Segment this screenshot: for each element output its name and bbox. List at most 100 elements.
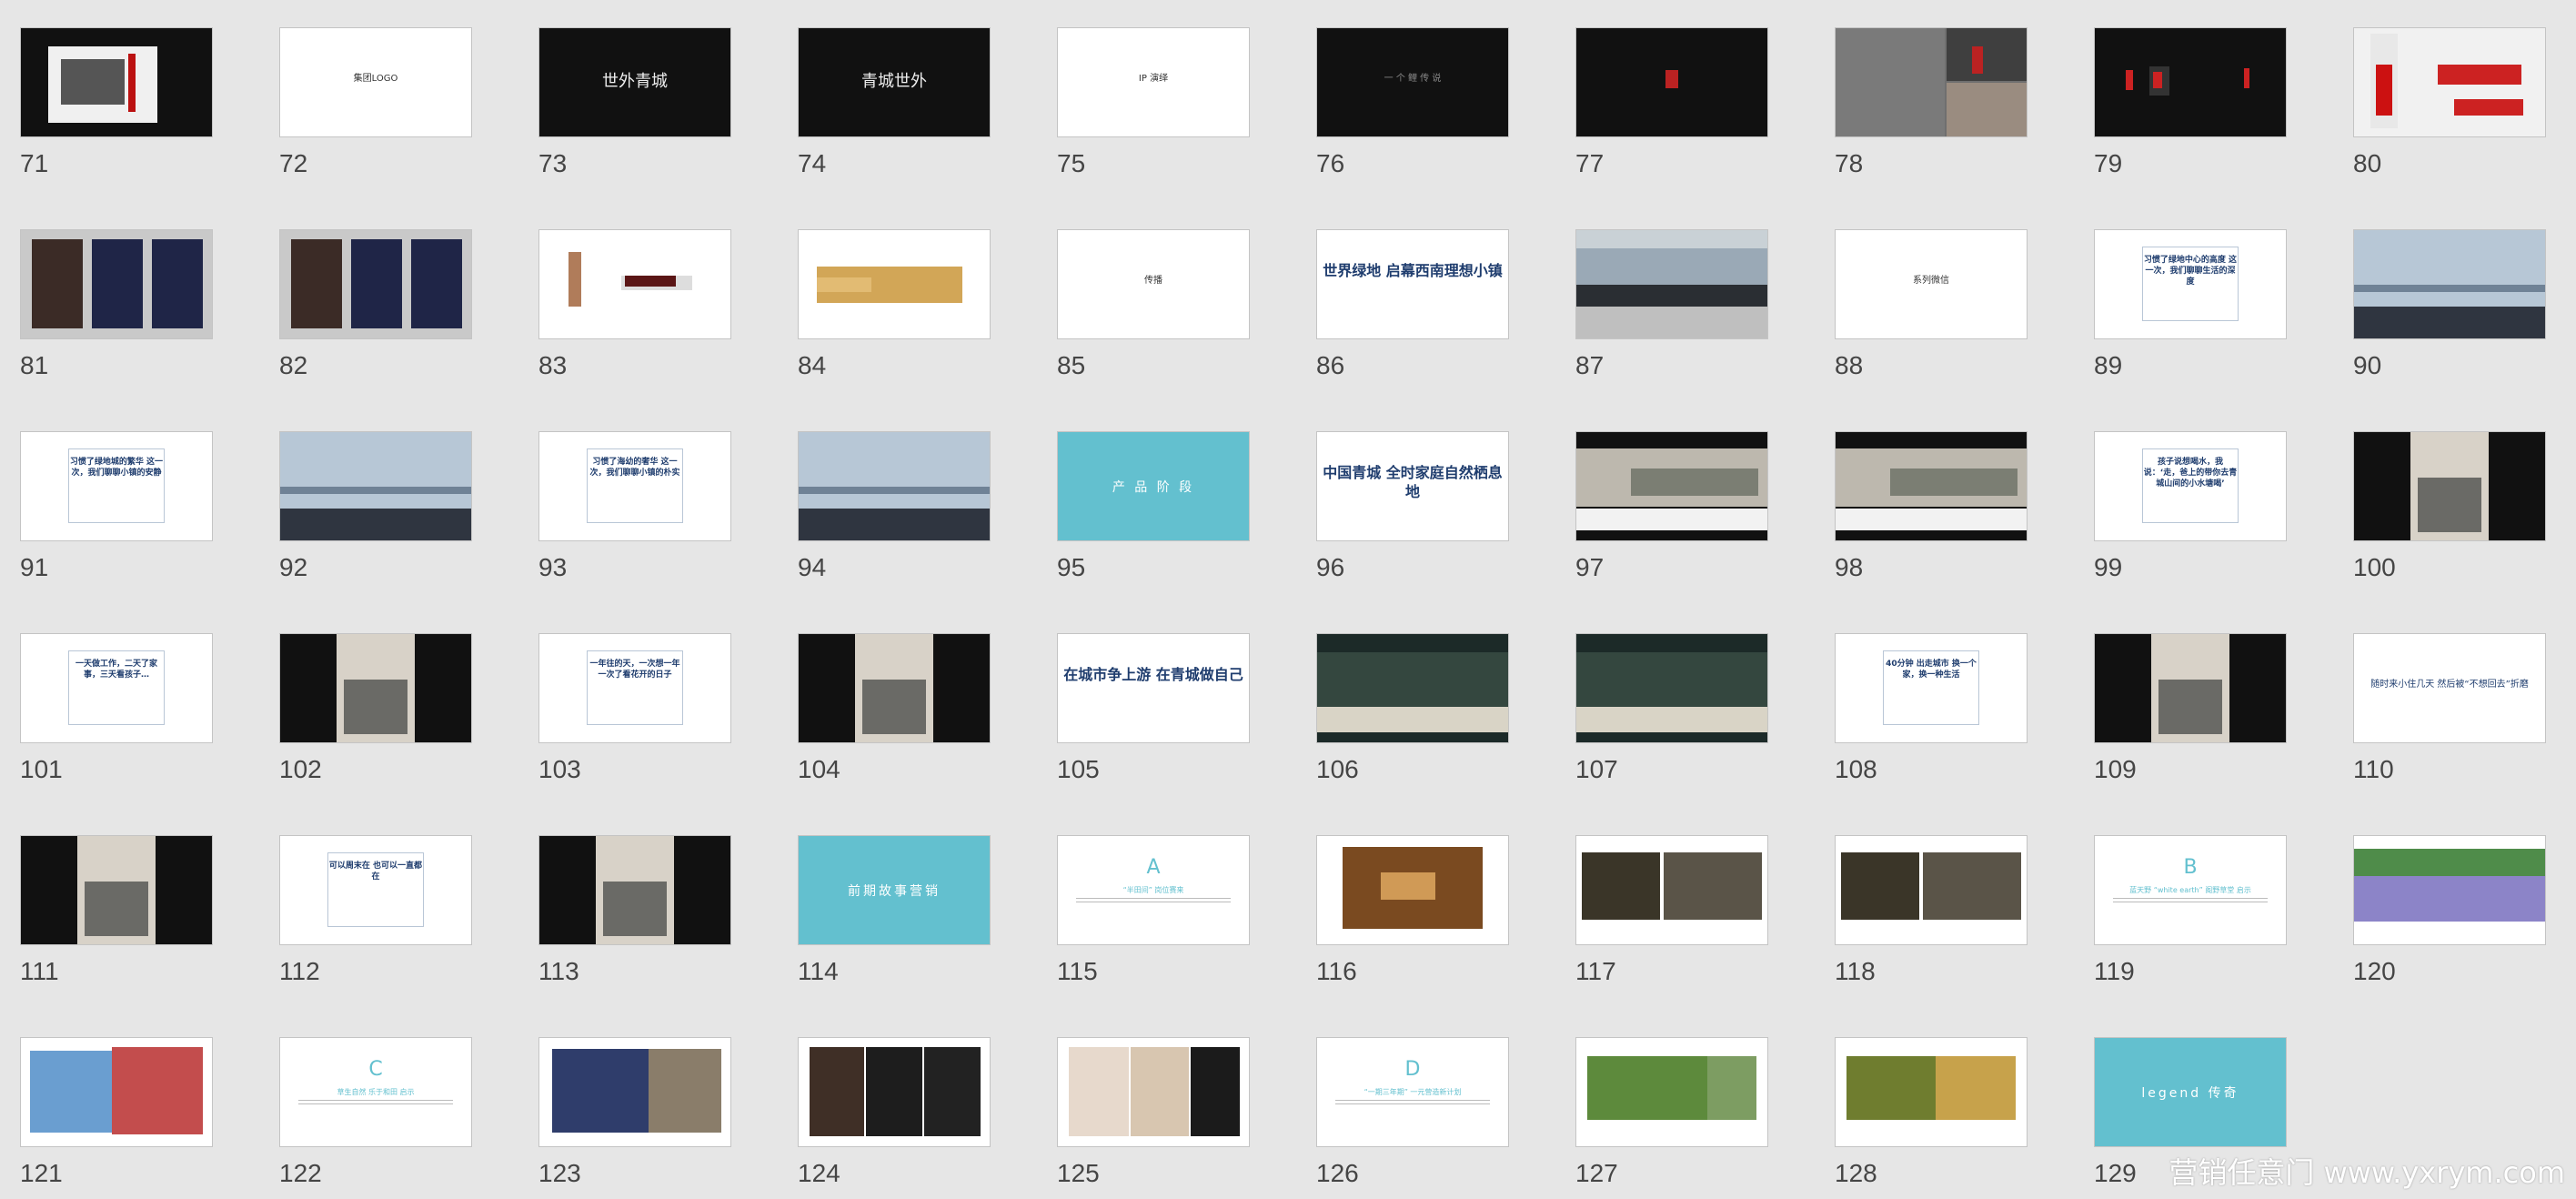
slide-preview[interactable] <box>20 229 213 339</box>
slide-thumbnail[interactable]: 82 <box>279 229 472 378</box>
slide-preview[interactable] <box>20 835 213 945</box>
slide-thumbnail[interactable]: 116 <box>1316 835 1509 984</box>
slide-preview[interactable] <box>1057 1037 1250 1147</box>
slide-thumbnail[interactable]: 78 <box>1835 27 2028 176</box>
slide-preview[interactable] <box>1575 229 1768 339</box>
slide-thumbnail[interactable]: 117 <box>1575 835 1768 984</box>
slide-preview[interactable] <box>798 1037 991 1147</box>
slide-thumbnail[interactable]: 124 <box>798 1037 991 1186</box>
slide-thumbnail[interactable]: 107 <box>1575 633 1768 782</box>
slide-thumbnail[interactable]: 世界绿地 启幕西南理想小镇 86 <box>1316 229 1509 378</box>
slide-thumbnail[interactable]: 80 <box>2353 27 2546 176</box>
slide-thumbnail[interactable]: 98 <box>1835 431 2028 580</box>
slide-preview[interactable]: 习惯了海幼的奢华 这一次，我们聊聊小镇的朴实 <box>538 431 731 541</box>
slide-thumbnail[interactable]: 习惯了海幼的奢华 这一次，我们聊聊小镇的朴实 93 <box>538 431 731 580</box>
slide-preview[interactable] <box>1575 27 1768 137</box>
slide-preview[interactable]: 习惯了绿地城的繁华 这一次，我们聊聊小镇的安静 <box>20 431 213 541</box>
slide-thumbnail[interactable]: 104 <box>798 633 991 782</box>
slide-thumbnail[interactable]: 94 <box>798 431 991 580</box>
slide-thumbnail[interactable]: 118 <box>1835 835 2028 984</box>
slide-preview[interactable]: 可以周末在 也可以一直都在 <box>279 835 472 945</box>
slide-thumbnail[interactable]: 83 <box>538 229 731 378</box>
slide-thumbnail[interactable]: 106 <box>1316 633 1509 782</box>
slide-thumbnail[interactable]: 青城世外 74 <box>798 27 991 176</box>
slide-thumbnail[interactable]: 传播 85 <box>1057 229 1250 378</box>
slide-preview[interactable] <box>798 633 991 743</box>
slide-thumbnail[interactable]: B 蓝天野 “white earth” 阁野草堂 启示 119 <box>2094 835 2287 984</box>
slide-thumbnail[interactable]: C 草生自然 乐于和田 启示 122 <box>279 1037 472 1186</box>
slide-preview[interactable] <box>1575 1037 1768 1147</box>
slide-preview[interactable]: 系列微信 <box>1835 229 2028 339</box>
slide-preview[interactable]: 一天做工作，二天了家事，三天看孩子… <box>20 633 213 743</box>
slide-preview[interactable] <box>20 27 213 137</box>
slide-preview[interactable] <box>1835 431 2028 541</box>
slide-preview[interactable] <box>2353 229 2546 339</box>
slide-thumbnail[interactable]: 习惯了绿地中心的高度 这一次，我们聊聊生活的深度 89 <box>2094 229 2287 378</box>
slide-preview[interactable] <box>2094 633 2287 743</box>
slide-thumbnail[interactable]: 81 <box>20 229 213 378</box>
slide-preview[interactable]: D “一期三年期” 一元营造新计划 <box>1316 1037 1509 1147</box>
slide-thumbnail[interactable]: legend 传奇 129 <box>2094 1037 2287 1186</box>
slide-preview[interactable] <box>538 835 731 945</box>
slide-thumbnail[interactable]: 127 <box>1575 1037 1768 1186</box>
slide-thumbnail[interactable]: 中国青城 全时家庭自然栖息地 96 <box>1316 431 1509 580</box>
slide-preview[interactable]: 青城世外 <box>798 27 991 137</box>
slide-thumbnail[interactable]: 孩子说想喝水，我说：‘走，爸上的带你去青城山间的小水塘喝’ 99 <box>2094 431 2287 580</box>
slide-preview[interactable] <box>1575 431 1768 541</box>
slide-thumbnail[interactable]: 前期故事营销 114 <box>798 835 991 984</box>
slide-thumbnail[interactable]: 77 <box>1575 27 1768 176</box>
slide-preview[interactable] <box>1835 835 2028 945</box>
slide-preview[interactable] <box>2353 835 2546 945</box>
slide-preview[interactable] <box>1316 835 1509 945</box>
slide-preview[interactable] <box>538 229 731 339</box>
slide-preview[interactable]: A “半田间” 岗位赛来 <box>1057 835 1250 945</box>
slide-preview[interactable]: 中国青城 全时家庭自然栖息地 <box>1316 431 1509 541</box>
slide-preview[interactable] <box>1835 27 2028 137</box>
slide-preview[interactable]: 一 个 鲤 传 说 <box>1316 27 1509 137</box>
slide-preview[interactable]: legend 传奇 <box>2094 1037 2287 1147</box>
slide-preview[interactable] <box>279 633 472 743</box>
slide-thumbnail[interactable]: 世外青城 73 <box>538 27 731 176</box>
slide-preview[interactable] <box>279 229 472 339</box>
slide-preview[interactable] <box>798 431 991 541</box>
slide-preview[interactable] <box>1575 835 1768 945</box>
slide-preview[interactable]: 世界绿地 启幕西南理想小镇 <box>1316 229 1509 339</box>
slide-thumbnail[interactable]: 可以周末在 也可以一直都在 112 <box>279 835 472 984</box>
slide-preview[interactable]: 习惯了绿地中心的高度 这一次，我们聊聊生活的深度 <box>2094 229 2287 339</box>
slide-thumbnail[interactable]: 71 <box>20 27 213 176</box>
slide-preview[interactable]: 传播 <box>1057 229 1250 339</box>
slide-thumbnail[interactable]: 一天做工作，二天了家事，三天看孩子… 101 <box>20 633 213 782</box>
slide-preview[interactable]: C 草生自然 乐于和田 启示 <box>279 1037 472 1147</box>
slide-preview[interactable]: B 蓝天野 “white earth” 阁野草堂 启示 <box>2094 835 2287 945</box>
slide-thumbnail[interactable]: 90 <box>2353 229 2546 378</box>
slide-thumbnail[interactable]: 113 <box>538 835 731 984</box>
slide-preview[interactable]: 在城市争上游 在青城做自己 <box>1057 633 1250 743</box>
slide-thumbnail[interactable]: 习惯了绿地城的繁华 这一次，我们聊聊小镇的安静 91 <box>20 431 213 580</box>
slide-thumbnail[interactable]: 121 <box>20 1037 213 1186</box>
slide-preview[interactable] <box>2094 27 2287 137</box>
slide-preview[interactable] <box>1575 633 1768 743</box>
slide-preview[interactable] <box>1835 1037 2028 1147</box>
slide-thumbnail[interactable]: A “半田间” 岗位赛来 115 <box>1057 835 1250 984</box>
slide-thumbnail[interactable]: 100 <box>2353 431 2546 580</box>
slide-thumbnail[interactable]: 在城市争上游 在青城做自己 105 <box>1057 633 1250 782</box>
slide-thumbnail[interactable]: 一年往的天，一次想一年 一次了看花开的日子 103 <box>538 633 731 782</box>
slide-preview[interactable] <box>538 1037 731 1147</box>
slide-preview[interactable] <box>2353 27 2546 137</box>
slide-preview[interactable]: 一年往的天，一次想一年 一次了看花开的日子 <box>538 633 731 743</box>
slide-preview[interactable] <box>798 229 991 339</box>
slide-preview[interactable]: 产 品 阶 段 <box>1057 431 1250 541</box>
slide-thumbnail[interactable]: 集团LOGO 72 <box>279 27 472 176</box>
slide-preview[interactable] <box>1316 633 1509 743</box>
slide-thumbnail[interactable]: 102 <box>279 633 472 782</box>
slide-thumbnail[interactable]: 系列微信 88 <box>1835 229 2028 378</box>
slide-preview[interactable]: 集团LOGO <box>279 27 472 137</box>
slide-thumbnail[interactable]: 111 <box>20 835 213 984</box>
slide-preview[interactable]: IP 演绎 <box>1057 27 1250 137</box>
slide-thumbnail[interactable]: 一 个 鲤 传 说 76 <box>1316 27 1509 176</box>
slide-preview[interactable]: 世外青城 <box>538 27 731 137</box>
slide-preview[interactable]: 孩子说想喝水，我说：‘走，爸上的带你去青城山间的小水塘喝’ <box>2094 431 2287 541</box>
slide-thumbnail[interactable]: 84 <box>798 229 991 378</box>
slide-thumbnail[interactable]: 92 <box>279 431 472 580</box>
slide-preview[interactable]: 40分钟 出走城市 换一个家，换一种生活 <box>1835 633 2028 743</box>
